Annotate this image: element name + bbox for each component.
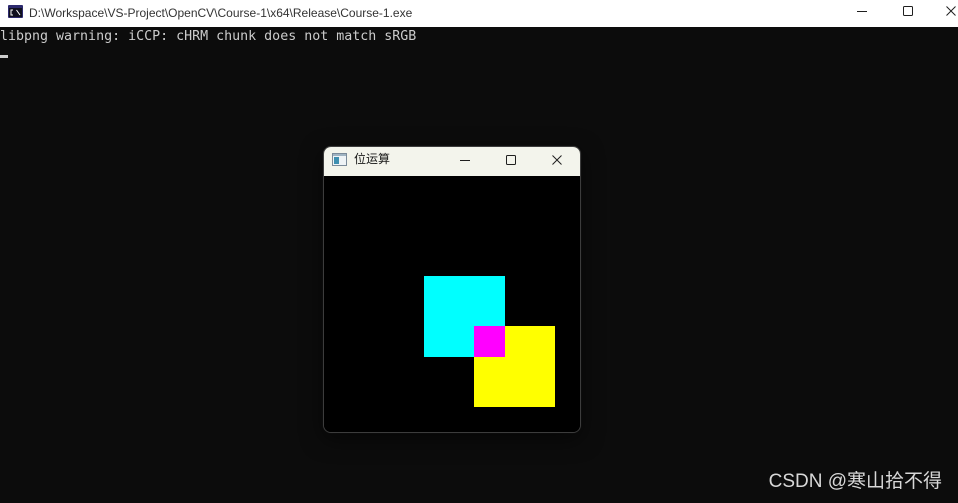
close-icon xyxy=(946,6,956,16)
maximize-icon-square xyxy=(506,155,516,165)
opencv-window-title: 位运算 xyxy=(354,152,391,166)
opencv-title-bar[interactable]: 位运算 xyxy=(324,147,580,176)
minimize-icon xyxy=(460,160,470,161)
opencv-close-button[interactable] xyxy=(534,147,580,176)
opencv-minimize-button[interactable] xyxy=(442,147,488,176)
image-window-icon-pane xyxy=(334,157,339,164)
opencv-image-window[interactable]: 位运算 xyxy=(323,146,581,433)
console-output-line: libpng warning: iCCP: cHRM chunk does no… xyxy=(0,29,417,44)
maximize-icon xyxy=(506,155,516,165)
close-icon-cross xyxy=(946,6,956,16)
console-close-button[interactable] xyxy=(931,0,958,27)
opencv-image-canvas xyxy=(324,176,580,432)
magenta-overlap-square xyxy=(474,326,505,357)
maximize-icon xyxy=(903,6,913,16)
opencv-maximize-button[interactable] xyxy=(488,147,534,176)
minimize-icon xyxy=(857,11,867,12)
console-window-title: D:\Workspace\VS-Project\OpenCV\Course-1\… xyxy=(29,6,413,20)
image-window-icon[interactable] xyxy=(332,153,347,166)
console-app-icon[interactable] xyxy=(8,5,23,18)
maximize-icon-square xyxy=(903,6,913,16)
minimize-icon-bar xyxy=(460,160,470,161)
minimize-icon-bar xyxy=(857,11,867,12)
console-title-bar[interactable]: D:\Workspace\VS-Project\OpenCV\Course-1\… xyxy=(0,0,958,27)
csdn-watermark: CSDN @寒山拾不得 xyxy=(768,471,942,492)
close-icon-cross xyxy=(552,155,562,165)
close-icon xyxy=(552,155,562,165)
console-minimize-button[interactable] xyxy=(839,0,885,27)
console-maximize-button[interactable] xyxy=(885,0,931,27)
console-cursor xyxy=(0,55,8,58)
image-window-icon-header xyxy=(333,154,346,156)
